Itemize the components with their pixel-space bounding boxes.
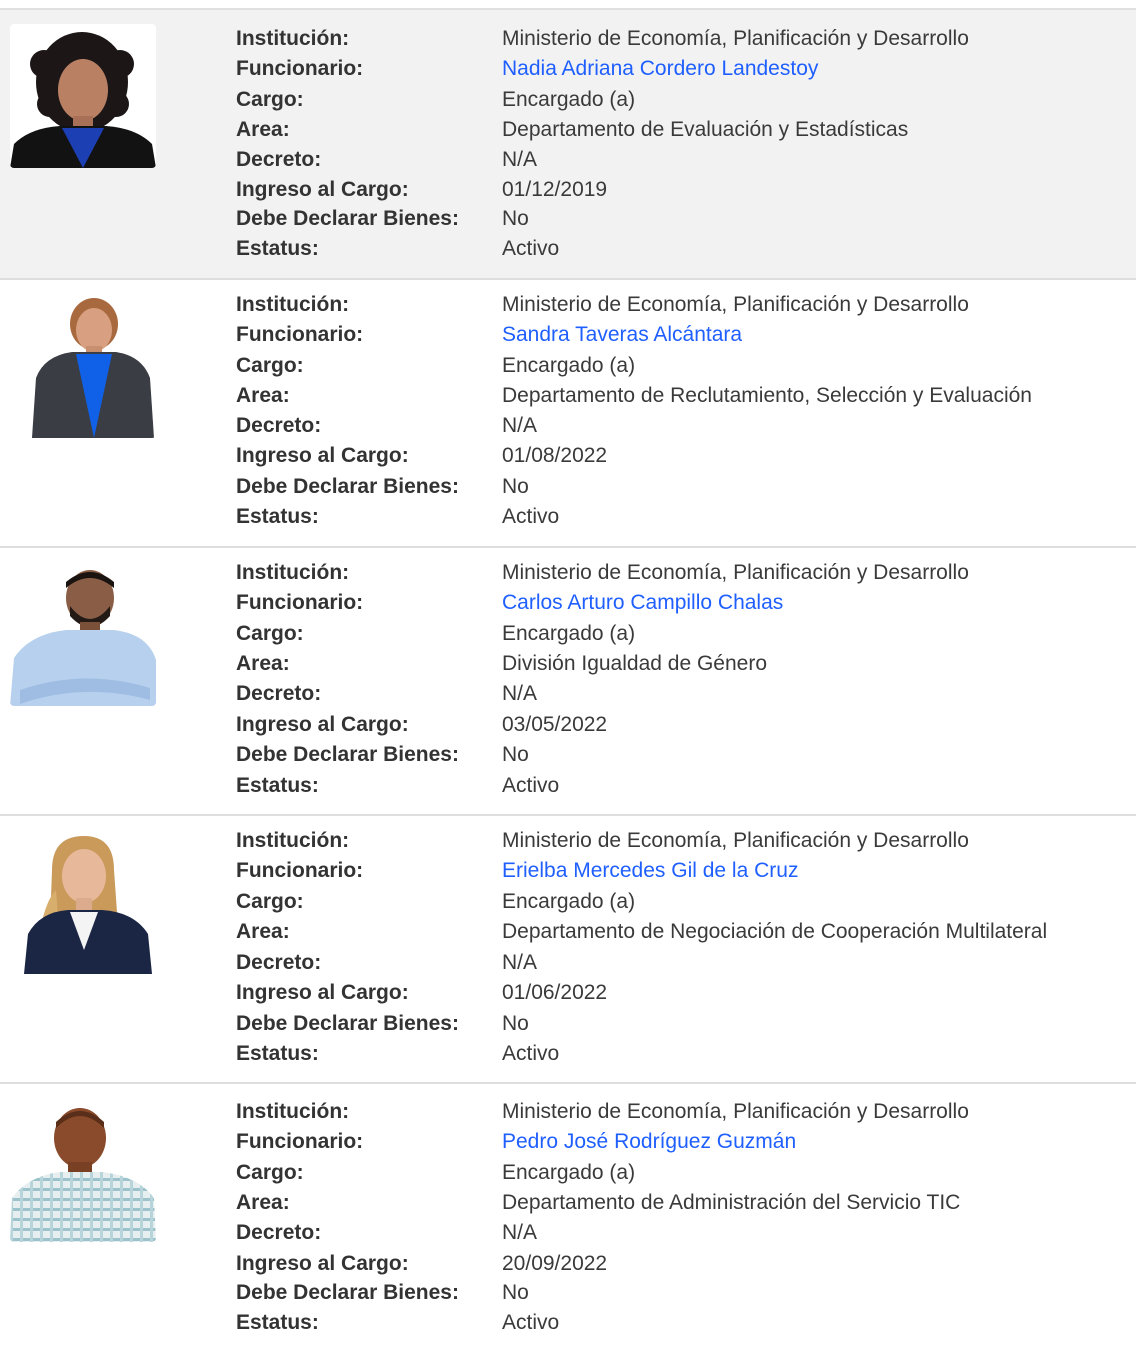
- funcionario-label: Funcionario:: [236, 1130, 364, 1153]
- bienes-value: No: [502, 743, 529, 766]
- institucion-value: Ministerio de Economía, Planificación y …: [502, 27, 969, 50]
- cargo-value: Encargado (a): [502, 88, 636, 111]
- funcionario-link[interactable]: Carlos Arturo Campillo Chalas: [502, 588, 783, 618]
- funcionario-label: Funcionario:: [236, 859, 364, 882]
- funcionario-link[interactable]: Sandra Taveras Alcántara: [502, 320, 742, 350]
- area-label: Area:: [236, 118, 290, 141]
- official-card: Institución: Ministerio de Economía, Plan…: [0, 548, 1136, 814]
- cargo-label: Cargo:: [236, 354, 304, 377]
- bienes-label: Debe Declarar Bienes:: [236, 207, 459, 230]
- cargo-label: Cargo:: [236, 88, 304, 111]
- decreto-label: Decreto:: [236, 682, 322, 705]
- area-value: Departamento de Negociación de Cooperaci…: [502, 920, 1048, 943]
- official-photo: [10, 830, 156, 974]
- funcionario-label: Funcionario:: [236, 591, 364, 614]
- bienes-value: No: [502, 207, 529, 230]
- estatus-label: Estatus:: [236, 1042, 319, 1065]
- cargo-value: Encargado (a): [502, 354, 636, 377]
- official-card: Institución: Ministerio de Economía, Plan…: [0, 816, 1136, 1082]
- funcionario-link[interactable]: Erielba Mercedes Gil de la Cruz: [502, 856, 798, 886]
- area-value: Departamento de Evaluación y Estadística…: [502, 118, 909, 141]
- ingreso-label: Ingreso al Cargo:: [236, 178, 409, 201]
- ingreso-label: Ingreso al Cargo:: [236, 713, 409, 736]
- estatus-value: Activo: [502, 237, 560, 260]
- official-photo: [10, 562, 156, 706]
- official-photo: [10, 24, 156, 168]
- person-photo-man-plaid-shirt-icon: [10, 1098, 156, 1242]
- cargo-label: Cargo:: [236, 1161, 304, 1184]
- institucion-value: Ministerio de Economía, Planificación y …: [502, 1100, 969, 1123]
- ingreso-label: Ingreso al Cargo:: [236, 981, 409, 1004]
- officials-list: Institución: Ministerio de Economía, Plan…: [0, 0, 1136, 1346]
- estatus-value: Activo: [502, 774, 560, 797]
- person-photo-woman-curly-hair-icon: [10, 24, 156, 168]
- decreto-value: N/A: [502, 682, 538, 705]
- decreto-label: Decreto:: [236, 1221, 322, 1244]
- bienes-value: No: [502, 1281, 529, 1304]
- estatus-value: Activo: [502, 1042, 560, 1065]
- institucion-label: Institución:: [236, 293, 350, 316]
- bienes-label: Debe Declarar Bienes:: [236, 743, 459, 766]
- ingreso-label: Ingreso al Cargo:: [236, 1252, 409, 1275]
- person-photo-woman-blue-top-icon: [10, 294, 156, 438]
- cargo-value: Encargado (a): [502, 890, 636, 913]
- official-photo: [10, 294, 156, 438]
- decreto-value: N/A: [502, 148, 538, 171]
- ingreso-value: 01/08/2022: [502, 444, 608, 467]
- area-value: División Igualdad de Género: [502, 652, 768, 675]
- estatus-label: Estatus:: [236, 1311, 319, 1334]
- funcionario-label: Funcionario:: [236, 323, 364, 346]
- institucion-label: Institución:: [236, 1100, 350, 1123]
- bienes-label: Debe Declarar Bienes:: [236, 1281, 459, 1304]
- decreto-value: N/A: [502, 1221, 538, 1244]
- bienes-label: Debe Declarar Bienes:: [236, 475, 459, 498]
- institucion-value: Ministerio de Economía, Planificación y …: [502, 561, 969, 584]
- area-label: Area:: [236, 384, 290, 407]
- cargo-value: Encargado (a): [502, 622, 636, 645]
- area-value: Departamento de Reclutamiento, Selección…: [502, 384, 1032, 407]
- funcionario-label: Funcionario:: [236, 57, 364, 80]
- cargo-value: Encargado (a): [502, 1161, 636, 1184]
- funcionario-link[interactable]: Nadia Adriana Cordero Landestoy: [502, 54, 818, 84]
- ingreso-value: 03/05/2022: [502, 713, 608, 736]
- estatus-label: Estatus:: [236, 237, 319, 260]
- bienes-label: Debe Declarar Bienes:: [236, 1012, 459, 1035]
- person-photo-man-light-blue-shirt-icon: [10, 562, 156, 706]
- ingreso-value: 01/12/2019: [502, 178, 608, 201]
- decreto-label: Decreto:: [236, 148, 322, 171]
- funcionario-link[interactable]: Pedro José Rodríguez Guzmán: [502, 1127, 796, 1157]
- ingreso-value: 20/09/2022: [502, 1252, 608, 1275]
- cargo-label: Cargo:: [236, 890, 304, 913]
- official-card: Institución: Ministerio de Economía, Plan…: [0, 8, 1136, 278]
- area-label: Area:: [236, 1191, 290, 1214]
- area-label: Area:: [236, 652, 290, 675]
- decreto-label: Decreto:: [236, 951, 322, 974]
- institucion-value: Ministerio de Economía, Planificación y …: [502, 293, 969, 316]
- institucion-value: Ministerio de Economía, Planificación y …: [502, 829, 969, 852]
- official-card: Institución: Ministerio de Economía, Plan…: [0, 1084, 1136, 1346]
- institucion-label: Institución:: [236, 561, 350, 584]
- official-photo: [10, 1098, 156, 1242]
- area-value: Departamento de Administración del Servi…: [502, 1191, 961, 1214]
- official-card: Institución: Ministerio de Economía, Plan…: [0, 280, 1136, 546]
- ingreso-label: Ingreso al Cargo:: [236, 444, 409, 467]
- decreto-value: N/A: [502, 414, 538, 437]
- decreto-value: N/A: [502, 951, 538, 974]
- estatus-value: Activo: [502, 1311, 560, 1334]
- bienes-value: No: [502, 1012, 529, 1035]
- decreto-label: Decreto:: [236, 414, 322, 437]
- ingreso-value: 01/06/2022: [502, 981, 608, 1004]
- institucion-label: Institución:: [236, 27, 350, 50]
- cargo-label: Cargo:: [236, 622, 304, 645]
- institucion-label: Institución:: [236, 829, 350, 852]
- estatus-label: Estatus:: [236, 774, 319, 797]
- person-photo-woman-navy-blazer-icon: [10, 830, 156, 974]
- area-label: Area:: [236, 920, 290, 943]
- bienes-value: No: [502, 475, 529, 498]
- estatus-value: Activo: [502, 505, 560, 528]
- estatus-label: Estatus:: [236, 505, 319, 528]
